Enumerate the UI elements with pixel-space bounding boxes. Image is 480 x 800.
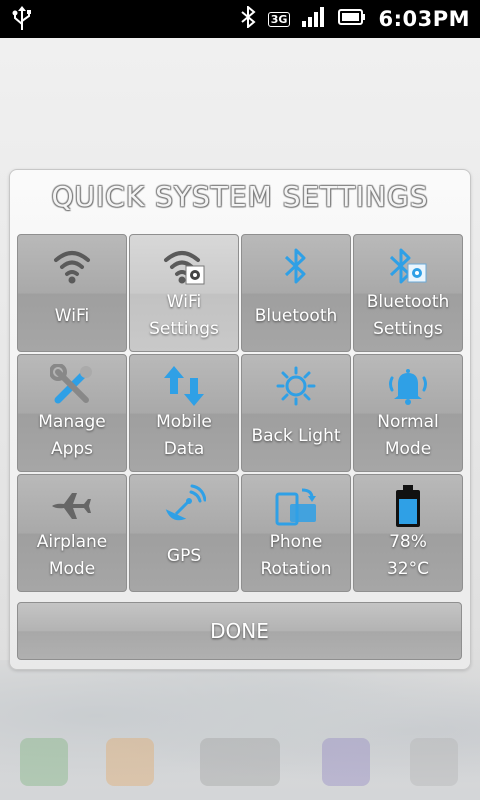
tile-label-line-2: Mode: [384, 439, 432, 459]
tile-label-line-2: Apps: [50, 439, 94, 459]
tile-label-line-1: WiFi: [166, 292, 202, 312]
app-drawer-icon: [200, 738, 280, 786]
battery-temperature: 32°C: [386, 559, 429, 579]
signal-icon: [302, 7, 326, 31]
status-icons: 3G 6:03PM: [240, 0, 470, 38]
status-bar: 3G 6:03PM: [0, 0, 480, 38]
bluetooth-settings-icon: [354, 241, 462, 291]
tile-label-line-2: Settings: [149, 319, 219, 339]
phone-rotation-toggle[interactable]: Phone Rotation: [241, 474, 351, 592]
network-type-badge: 3G: [267, 11, 291, 27]
tile-label-line-2: Data: [163, 439, 205, 459]
clock: 6:03PM: [378, 7, 470, 31]
tile-label-line-1: Bluetooth: [366, 292, 450, 312]
satellite-icon: [130, 481, 238, 531]
wifi-settings-button[interactable]: WiFi Settings: [129, 234, 239, 352]
bell-icon: [354, 361, 462, 411]
tile-label: GPS: [166, 546, 202, 566]
messaging-app-icon: [106, 738, 154, 786]
mobile-data-toggle[interactable]: Mobile Data: [129, 354, 239, 472]
back-light-button[interactable]: Back Light: [241, 354, 351, 472]
wifi-toggle[interactable]: WiFi: [17, 234, 127, 352]
wifi-icon: [18, 241, 126, 291]
gps-toggle[interactable]: GPS: [129, 474, 239, 592]
dialog-title: QUICK SYSTEM SETTINGS: [51, 180, 429, 213]
settings-grid: WiFi WiFi Settings Bluetooth Bluetooth S…: [17, 234, 463, 592]
battery-icon: [354, 481, 462, 531]
airplane-icon: [18, 481, 126, 531]
rotation-icon: [242, 481, 350, 531]
battery-status-icon: [338, 8, 366, 30]
tile-label-line-2: Settings: [373, 319, 443, 339]
tile-label-line-2: Rotation: [260, 559, 332, 579]
manage-apps-button[interactable]: Manage Apps: [17, 354, 127, 472]
bluetooth-icon: [242, 241, 350, 291]
bluetooth-toggle[interactable]: Bluetooth: [241, 234, 351, 352]
browser-app-icon: [322, 738, 370, 786]
tile-label-line-1: Phone: [269, 532, 323, 552]
sun-icon: [242, 361, 350, 411]
phone-app-icon: [20, 738, 68, 786]
tile-label: Back Light: [251, 426, 341, 446]
bluetooth-status-icon: [240, 4, 256, 32]
battery-percent: 78%: [389, 532, 427, 552]
tools-icon: [18, 361, 126, 411]
battery-status-tile[interactable]: 78% 32°C: [353, 474, 463, 592]
tile-label-line-1: Mobile: [156, 412, 212, 432]
tile-label-line-1: Manage: [38, 412, 106, 432]
normal-mode-button[interactable]: Normal Mode: [353, 354, 463, 472]
done-button[interactable]: DONE: [17, 602, 462, 660]
tile-label: Bluetooth: [254, 306, 338, 326]
tile-label: WiFi: [54, 306, 90, 326]
usb-icon: [10, 6, 34, 36]
grid-app-icon: [410, 738, 458, 786]
data-arrows-icon: [130, 361, 238, 411]
tile-label-line-1: Normal: [377, 412, 439, 432]
tile-label-line-2: Mode: [48, 559, 96, 579]
bluetooth-settings-button[interactable]: Bluetooth Settings: [353, 234, 463, 352]
wifi-settings-icon: [130, 241, 238, 291]
tile-label-line-1: Airplane: [36, 532, 108, 552]
airplane-mode-toggle[interactable]: Airplane Mode: [17, 474, 127, 592]
